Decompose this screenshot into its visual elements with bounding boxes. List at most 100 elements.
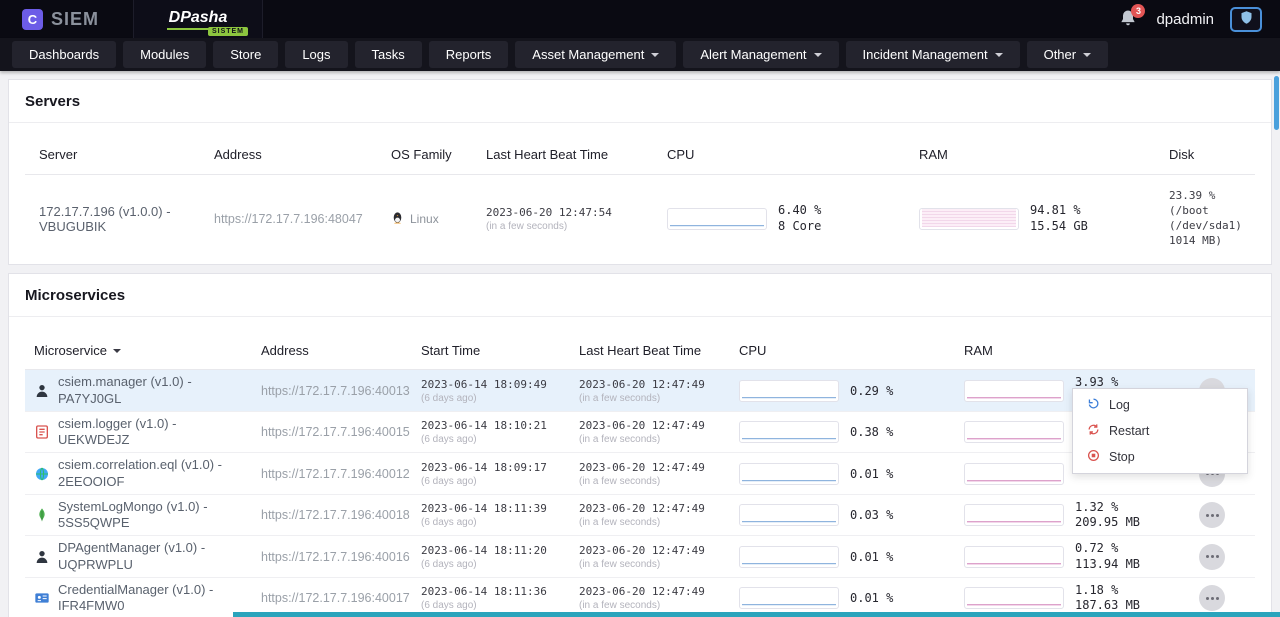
col-ram: RAM — [964, 343, 1169, 358]
microservice-name[interactable]: CredentialManager (v1.0) - IFR4FMW0 — [58, 582, 247, 615]
col-disk: Disk — [1169, 147, 1255, 162]
os-family-label: Linux — [410, 212, 439, 226]
app-window: C SIEM DPasha SISTEM 3 dpadmin Dashboard… — [0, 0, 1280, 617]
cpu-percent: 0.01 % — [850, 467, 893, 481]
microservice-name[interactable]: csiem.manager (v1.0) - PA7YJ0GL — [58, 374, 247, 407]
log-file-icon — [34, 424, 50, 440]
start-time-relative: (6 days ago) — [421, 600, 579, 611]
user-icon — [34, 383, 50, 399]
caret-down-icon — [1083, 53, 1091, 57]
col-server: Server — [25, 147, 214, 162]
csiem-logo-icon: C — [22, 9, 43, 30]
microservice-address: https://172.17.7.196:40015 — [261, 425, 421, 439]
heartbeat-time: 2023-06-20 12:47:49 — [579, 419, 739, 432]
cpu-sparkline — [739, 504, 839, 526]
nav-asset-management[interactable]: Asset Management — [515, 41, 676, 68]
cpu-sparkline — [739, 463, 839, 485]
col-heartbeat: Last Heart Beat Time — [579, 343, 739, 358]
nav-dashboards[interactable]: Dashboards — [12, 41, 116, 68]
table-row: DPAgentManager (v1.0) - UQPRWPLU https:/… — [25, 536, 1255, 578]
username-label[interactable]: dpadmin — [1156, 11, 1214, 28]
col-microservice-sort[interactable]: Microservice — [25, 343, 261, 358]
menu-item-log[interactable]: Log — [1073, 392, 1247, 418]
cpu-sparkline — [739, 421, 839, 443]
start-time: 2023-06-14 18:11:36 — [421, 585, 579, 598]
stop-icon — [1087, 449, 1100, 465]
disk-detail: (/boot (/dev/sda1) 1014 MB) — [1169, 204, 1255, 249]
sort-desc-icon — [113, 349, 121, 353]
table-row: 172.17.7.196 (v1.0.0) - VBUGUBIK https:/… — [25, 175, 1255, 264]
col-address: Address — [214, 147, 391, 162]
start-time-relative: (6 days ago) — [421, 559, 579, 570]
ram-sparkline — [964, 546, 1064, 568]
microservice-name[interactable]: SystemLogMongo (v1.0) - 5SS5QWPE — [58, 499, 247, 532]
servers-title: Servers — [9, 80, 1271, 123]
row-actions-button[interactable] — [1199, 585, 1225, 611]
heartbeat-relative: (in a few seconds) — [579, 600, 739, 611]
col-cpu: CPU — [739, 343, 964, 358]
notifications-button[interactable]: 3 — [1118, 8, 1140, 30]
top-bar: C SIEM DPasha SISTEM 3 dpadmin — [0, 0, 1280, 38]
heartbeat-time: 2023-06-20 12:47:49 — [579, 461, 739, 474]
nav-modules[interactable]: Modules — [123, 41, 206, 68]
ram-sparkline — [964, 380, 1064, 402]
vertical-scrollbar-thumb[interactable] — [1274, 76, 1279, 130]
menu-item-restart[interactable]: Restart — [1073, 418, 1247, 444]
ram-sparkline — [964, 504, 1064, 526]
ram-sparkline — [964, 587, 1064, 609]
heartbeat-relative: (in a few seconds) — [579, 393, 739, 404]
cpu-percent: 0.38 % — [850, 425, 893, 439]
heartbeat-time: 2023-06-20 12:47:49 — [579, 502, 739, 515]
microservices-table-header: Microservice Address Start Time Last Hea… — [25, 317, 1255, 370]
microservice-address: https://172.17.7.196:40016 — [261, 550, 421, 564]
server-address: https://172.17.7.196:48047 — [214, 212, 391, 226]
col-os-family: OS Family — [391, 147, 486, 162]
ram-total: 15.54 GB — [1030, 219, 1088, 235]
table-row: csiem.correlation.eql (v1.0) - 2EEOOIOF … — [25, 453, 1255, 495]
nav-reports[interactable]: Reports — [429, 41, 509, 68]
ram-sparkline — [919, 208, 1019, 230]
nav-logs[interactable]: Logs — [285, 41, 347, 68]
ram-percent: 94.81 % — [1030, 203, 1088, 219]
start-time: 2023-06-14 18:09:17 — [421, 461, 579, 474]
nav-store[interactable]: Store — [213, 41, 278, 68]
row-actions-button[interactable] — [1199, 544, 1225, 570]
menu-item-stop[interactable]: Stop — [1073, 444, 1247, 470]
nav-other[interactable]: Other — [1027, 41, 1109, 68]
nav-incident-management[interactable]: Incident Management — [846, 41, 1020, 68]
ram-percent: 1.18 % — [1075, 583, 1140, 599]
cpu-percent: 0.03 % — [850, 508, 893, 522]
heartbeat-relative: (in a few seconds) — [579, 559, 739, 570]
microservice-name[interactable]: DPAgentManager (v1.0) - UQPRWPLU — [58, 540, 247, 573]
servers-table-header: Server Address OS Family Last Heart Beat… — [25, 123, 1255, 175]
cpu-percent: 0.01 % — [850, 591, 893, 605]
nav-alert-management[interactable]: Alert Management — [683, 41, 838, 68]
cpu-percent: 0.29 % — [850, 384, 893, 398]
caret-down-icon — [995, 53, 1003, 57]
nav-tasks[interactable]: Tasks — [355, 41, 422, 68]
row-actions-menu: Log Restart Stop — [1072, 388, 1248, 474]
security-shield-button[interactable] — [1230, 7, 1262, 32]
col-heartbeat: Last Heart Beat Time — [486, 147, 667, 162]
caret-down-icon — [651, 53, 659, 57]
start-time: 2023-06-14 18:09:49 — [421, 378, 579, 391]
sistem-badge: SISTEM — [208, 27, 248, 36]
restart-icon — [1087, 423, 1100, 439]
row-actions-button[interactable] — [1199, 502, 1225, 528]
cpu-sparkline — [667, 208, 767, 230]
horizontal-scrollbar[interactable] — [233, 612, 1280, 617]
col-ram: RAM — [919, 147, 1169, 162]
csiem-logo: C SIEM — [0, 9, 99, 30]
start-time: 2023-06-14 18:11:20 — [421, 544, 579, 557]
start-time: 2023-06-14 18:11:39 — [421, 502, 579, 515]
microservice-name[interactable]: csiem.correlation.eql (v1.0) - 2EEOOIOF — [58, 457, 247, 490]
shield-icon — [1239, 10, 1254, 28]
cpu-sparkline — [739, 587, 839, 609]
server-name[interactable]: 172.17.7.196 (v1.0.0) - VBUGUBIK — [25, 204, 214, 234]
cpu-sparkline — [739, 546, 839, 568]
mongo-leaf-icon — [34, 507, 50, 523]
ram-mb: 113.94 MB — [1075, 557, 1140, 573]
heartbeat-relative: (in a few seconds) — [579, 434, 739, 445]
microservice-name[interactable]: csiem.logger (v1.0) - UEKWDEJZ — [58, 416, 247, 449]
disk-percent: 23.39 % — [1169, 189, 1255, 204]
